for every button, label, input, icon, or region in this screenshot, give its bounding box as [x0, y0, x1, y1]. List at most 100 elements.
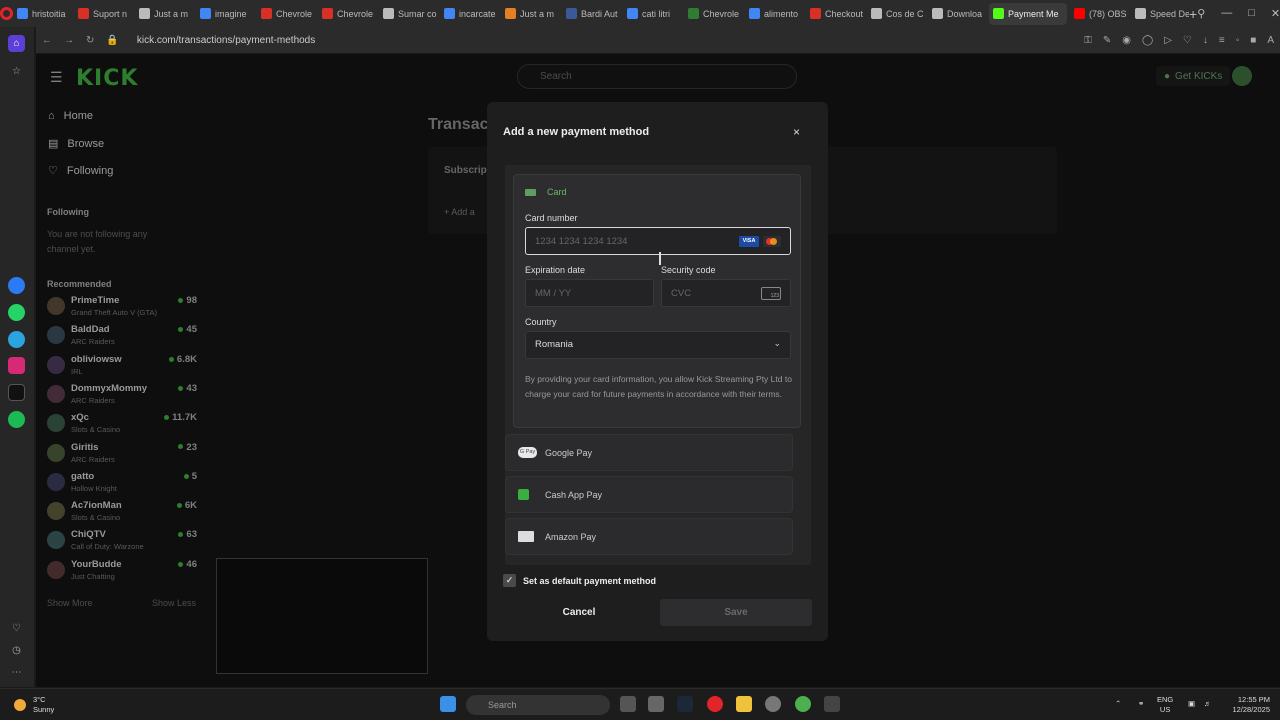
browser-tab[interactable]: incarcate — [440, 3, 498, 25]
network-icon[interactable]: ▣ — [1188, 699, 1195, 709]
checkmark-icon[interactable]: ✓ — [503, 574, 516, 587]
steam-icon[interactable] — [677, 696, 693, 712]
search-icon[interactable]: ⚲ — [1197, 7, 1205, 20]
browser-tab[interactable]: Chevrole — [318, 3, 376, 25]
browser-tab[interactable]: Chevrole — [257, 3, 315, 25]
tab-favicon-icon — [627, 8, 638, 19]
shield-icon[interactable]: ◯ — [1142, 35, 1153, 46]
browser-tab[interactable]: alimento — [745, 3, 803, 25]
cancel-button[interactable]: Cancel — [503, 599, 655, 626]
bookmark-heart-icon[interactable]: ♡ — [1183, 35, 1192, 46]
amazon-pay-label: Amazon Pay — [545, 532, 597, 542]
browser-tab[interactable]: Sumar co — [379, 3, 437, 25]
browser-tab[interactable]: cati litri — [623, 3, 681, 25]
default-payment-label: Set as default payment method — [523, 575, 657, 586]
browser-tab[interactable]: Bardi Aut — [562, 3, 620, 25]
card-option[interactable]: Card Card number 1234 1234 1234 1234 VIS… — [513, 174, 801, 428]
url-field[interactable]: kick.com/transactions/payment-methods — [137, 35, 315, 46]
browser-tab[interactable]: Downloa — [928, 3, 986, 25]
browser-tab[interactable]: Cos de C — [867, 3, 925, 25]
close-icon[interactable]: × — [793, 125, 800, 139]
tab-label: Just a m — [154, 8, 189, 19]
clock[interactable]: 12:55 PM 12/28/2025 — [1222, 695, 1270, 715]
heart-icon[interactable]: ♡ — [8, 620, 25, 637]
instagram-icon[interactable] — [8, 357, 25, 374]
history-icon[interactable]: ◷ — [8, 642, 25, 659]
extensions-icon[interactable]: ■ — [1250, 35, 1256, 46]
browser-tab[interactable]: (78) OBS — [1070, 3, 1128, 25]
browser-tab[interactable]: Speed De — [1131, 3, 1189, 25]
close-icon[interactable]: ✕ — [1271, 7, 1280, 20]
payment-options-frame: Card Card number 1234 1234 1234 1234 VIS… — [505, 165, 811, 565]
language-indicator[interactable]: ENG US — [1157, 695, 1173, 715]
default-payment-checkbox-row[interactable]: ✓ Set as default payment method — [503, 574, 656, 587]
browser-tab[interactable]: hristoitia — [13, 3, 71, 25]
opera-taskbar-icon[interactable] — [707, 696, 723, 712]
play-icon[interactable]: ▷ — [1164, 35, 1172, 46]
google-pay-label: Google Pay — [545, 448, 593, 458]
edit-icon[interactable]: ✎ — [1103, 35, 1111, 46]
more-icon[interactable]: ⋯ — [8, 664, 25, 681]
taskbar-search[interactable]: Search — [466, 695, 610, 715]
windows-start-icon[interactable] — [440, 696, 456, 712]
weather-widget[interactable]: 3°C Sunny — [33, 695, 54, 715]
volume-icon[interactable]: ♬ — [1204, 699, 1212, 709]
sun-icon[interactable] — [14, 699, 26, 711]
telegram-icon[interactable] — [8, 331, 25, 348]
tray-overflow-icon[interactable]: ⌃ — [1115, 699, 1121, 709]
forward-icon[interactable]: → — [64, 35, 74, 46]
reload-icon[interactable]: ↻ — [86, 35, 94, 46]
save-button[interactable]: Save — [660, 599, 812, 626]
tab-favicon-icon — [383, 8, 394, 19]
minimize-icon[interactable]: — — [1221, 7, 1232, 20]
opera-logo-icon[interactable] — [0, 0, 13, 27]
browser-tab[interactable]: Checkout — [806, 3, 864, 25]
key-icon[interactable]: ⚿ — [1084, 35, 1092, 46]
new-tab-button[interactable]: + — [1189, 6, 1197, 22]
maximize-icon[interactable]: □ — [1248, 7, 1255, 20]
google-pay-option[interactable]: G Pay Google Pay — [505, 434, 793, 471]
settings-icon[interactable] — [765, 696, 781, 712]
cash-app-option[interactable]: Cash App Pay — [505, 476, 793, 513]
tab-favicon-icon — [322, 8, 333, 19]
speed-dial-icon[interactable]: ☆ — [8, 63, 25, 80]
tab-label: cati litri — [642, 8, 671, 19]
browser-tab[interactable]: Just a m — [501, 3, 559, 25]
expiration-input[interactable]: MM / YY — [525, 279, 654, 307]
calculator-icon[interactable] — [648, 696, 664, 712]
home-icon[interactable]: ⌂ — [8, 35, 25, 52]
visa-icon: VISA — [739, 236, 759, 247]
text-cursor — [659, 252, 661, 265]
xbox-icon[interactable] — [795, 696, 811, 712]
ai-icon[interactable]: A — [1267, 35, 1274, 46]
spotify-icon[interactable] — [8, 411, 25, 428]
opera-sidebar: ⌂ ☆ ♡ ◷ ⋯ — [0, 27, 34, 687]
download-icon[interactable]: ↓ — [1203, 35, 1208, 46]
browser-tab[interactable]: Payment Me — [989, 2, 1067, 25]
amazon-pay-option[interactable]: Amazon Pay — [505, 518, 793, 555]
camera-icon[interactable]: ◉ — [1122, 35, 1131, 46]
menu-icon[interactable]: ≡ — [1219, 35, 1225, 46]
file-explorer-icon[interactable] — [736, 696, 752, 712]
tab-label: Speed De — [1150, 8, 1189, 19]
browser-tab[interactable]: imagine — [196, 3, 254, 25]
browser-tab[interactable]: Suport n — [74, 3, 132, 25]
tab-favicon-icon — [932, 8, 943, 19]
country-select[interactable]: Romania ⌄ — [525, 331, 791, 359]
security-code-input[interactable]: CVC 123 — [661, 279, 791, 307]
whatsapp-icon[interactable] — [8, 304, 25, 321]
tab-label: Just a m — [520, 8, 555, 19]
messenger-icon[interactable] — [8, 277, 25, 294]
browser-tab[interactable]: Just a m — [135, 3, 193, 25]
task-view-icon[interactable] — [620, 696, 636, 712]
browser-tab[interactable]: Chevrole — [684, 3, 742, 25]
card-number-input[interactable]: 1234 1234 1234 1234 VISA — [525, 227, 791, 255]
wallet-icon[interactable]: ◦ — [1236, 35, 1240, 46]
tiktok-icon[interactable] — [8, 384, 25, 401]
app-icon[interactable] — [824, 696, 840, 712]
microphone-icon[interactable]: ⚭ — [1138, 699, 1144, 709]
tab-favicon-icon — [688, 8, 699, 19]
card-header[interactable]: Card — [525, 187, 567, 197]
back-icon[interactable]: ← — [42, 35, 52, 46]
weather-temp: 3°C — [33, 695, 46, 704]
